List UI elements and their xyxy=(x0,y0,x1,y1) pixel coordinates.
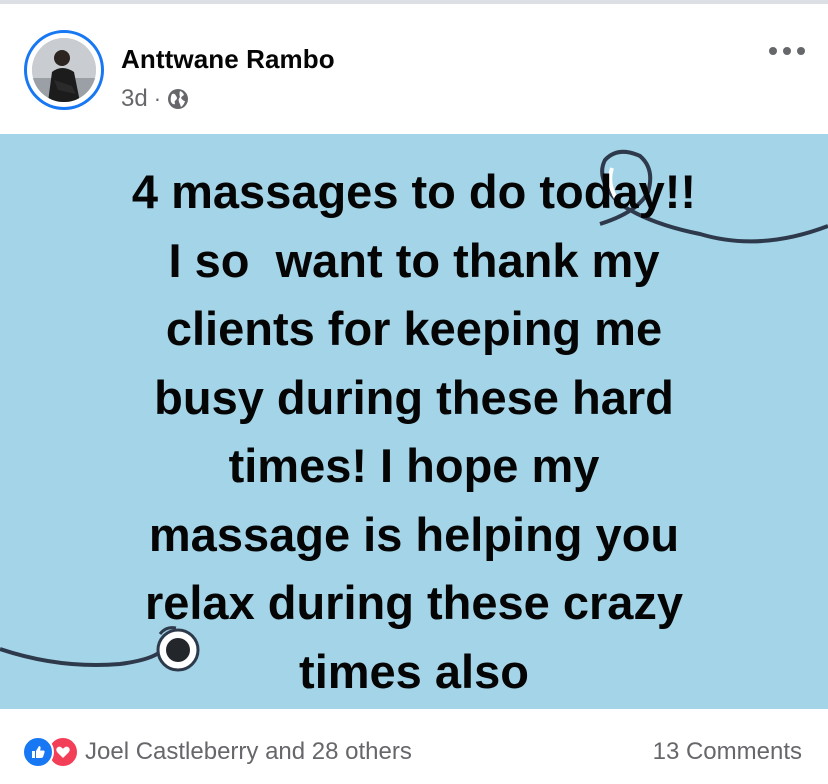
avatar[interactable] xyxy=(24,30,104,110)
more-options-button[interactable] xyxy=(765,39,809,63)
globe-icon xyxy=(167,88,189,110)
author-name[interactable]: Anttwane Rambo xyxy=(121,44,335,75)
post-text-line: relax during these crazy xyxy=(144,576,684,629)
post-header: Anttwane Rambo 3d · xyxy=(0,4,828,134)
post-text-line: clients for keeping me xyxy=(165,302,663,355)
like-icon xyxy=(22,736,54,768)
post-text: 4 massages to do today!! I so want to th… xyxy=(0,158,828,706)
post-meta: 3d · xyxy=(121,84,189,114)
reaction-summary[interactable]: Joel Castleberry and 28 others xyxy=(22,736,412,768)
profile-photo xyxy=(32,38,96,102)
post-text-line: I so want to thank my xyxy=(168,233,660,287)
post-text-line: busy during these hard xyxy=(154,370,674,424)
comments-count[interactable]: 13 Comments xyxy=(653,737,802,767)
post-text-line: times also xyxy=(299,644,529,698)
post-text-line: 4 massages to do today!! xyxy=(131,165,697,218)
post-text-background: 4 massages to do today!! I so want to th… xyxy=(0,134,828,709)
post-text-line: massage is helping you xyxy=(148,507,680,561)
post-text-line: times! I hope my xyxy=(228,439,600,492)
post-footer: Joel Castleberry and 28 others 13 Commen… xyxy=(0,709,828,784)
post-time[interactable]: 3d xyxy=(121,85,148,113)
meta-separator: · xyxy=(153,86,162,111)
reactors-text[interactable]: Joel Castleberry and 28 others xyxy=(85,738,412,766)
more-horizontal-icon xyxy=(769,47,805,55)
